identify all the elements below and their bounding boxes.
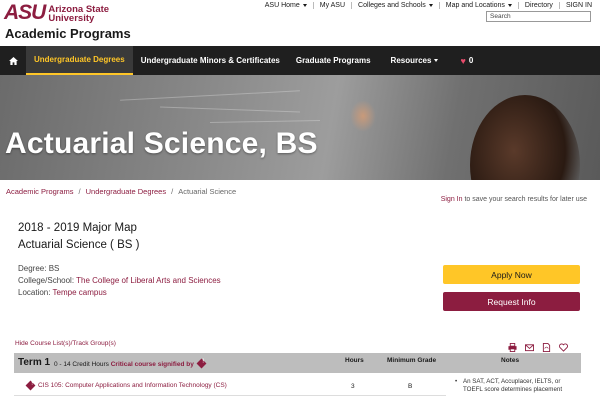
col-notes: Notes bbox=[501, 357, 520, 364]
chalk-line bbox=[120, 90, 300, 101]
breadcrumb-separator: / bbox=[171, 187, 174, 196]
util-map[interactable]: Map and Locations bbox=[440, 2, 519, 9]
utility-nav: ASU Home My ASU Colleges and Schools Map… bbox=[259, 2, 592, 9]
major-map-year: 2018 - 2019 Major Map bbox=[18, 222, 137, 234]
request-info-button[interactable]: Request Info bbox=[443, 292, 580, 311]
col-hours: Hours bbox=[345, 357, 364, 364]
course-note: An SAT, ACT, Accuplacer, IELTS, or TOEFL… bbox=[455, 378, 575, 393]
heart-outline-icon[interactable] bbox=[559, 339, 568, 352]
print-icon[interactable] bbox=[508, 339, 517, 352]
critical-course-icon bbox=[196, 358, 207, 369]
util-directory[interactable]: Directory bbox=[519, 2, 560, 9]
signin-link[interactable]: Sign In bbox=[441, 196, 463, 203]
course-link[interactable]: CIS 105: Computer Applications and Infor… bbox=[38, 382, 227, 389]
signin-prompt: Sign In to save your search results for … bbox=[440, 196, 587, 203]
chevron-down-icon bbox=[302, 4, 307, 7]
heart-icon: ♥ bbox=[460, 55, 466, 66]
critical-course-icon bbox=[25, 380, 36, 391]
term-header: Term 1 0 - 14 Credit Hours Critical cour… bbox=[14, 353, 581, 373]
nav-undergraduate-degrees[interactable]: Undergraduate Degrees bbox=[26, 46, 133, 75]
apply-now-button[interactable]: Apply Now bbox=[443, 265, 580, 284]
col-minimum-grade: Minimum Grade bbox=[387, 357, 437, 364]
chevron-down-icon bbox=[434, 59, 439, 62]
degree-line: Degree: BS bbox=[18, 264, 60, 273]
breadcrumb-academic-programs[interactable]: Academic Programs bbox=[6, 187, 74, 196]
hide-course-list-link[interactable]: Hide Course List(s)/Track Group(s) bbox=[15, 340, 116, 347]
chevron-down-icon bbox=[428, 4, 433, 7]
logo-mark: ASU bbox=[4, 1, 46, 24]
util-colleges[interactable]: Colleges and Schools bbox=[352, 2, 440, 9]
nav-graduate-programs[interactable]: Graduate Programs bbox=[288, 46, 379, 75]
logo-name: Arizona State University bbox=[48, 4, 110, 24]
search-input[interactable] bbox=[486, 11, 591, 22]
chalk-line bbox=[160, 106, 300, 113]
college-line: College/School: The College of Liberal A… bbox=[18, 276, 221, 285]
hero-hand bbox=[350, 100, 376, 132]
pdf-icon[interactable] bbox=[542, 339, 551, 352]
chalk-line bbox=[209, 120, 321, 123]
critical-course-legend: Critical course signified by bbox=[110, 361, 194, 368]
course-grade: B bbox=[408, 383, 413, 390]
breadcrumb-current: Actuarial Science bbox=[178, 187, 237, 196]
site-header: ASU Arizona State University Academic Pr… bbox=[0, 0, 600, 46]
util-sign-in[interactable]: SIGN IN bbox=[560, 2, 592, 9]
page-title: Actuarial Science, BS bbox=[5, 127, 318, 160]
email-icon[interactable] bbox=[525, 339, 534, 352]
breadcrumb: Academic Programs / Undergraduate Degree… bbox=[6, 187, 236, 196]
hero-person bbox=[470, 95, 580, 180]
nav-resources[interactable]: Resources bbox=[379, 46, 447, 75]
site-title[interactable]: Academic Programs bbox=[5, 26, 131, 41]
util-my-asu[interactable]: My ASU bbox=[314, 2, 353, 9]
nav-minors-certificates[interactable]: Undergraduate Minors & Certificates bbox=[133, 46, 288, 75]
major-name: Actuarial Science ( BS ) bbox=[18, 239, 140, 251]
course-hours: 3 bbox=[351, 383, 355, 390]
breadcrumb-undergraduate-degrees[interactable]: Undergraduate Degrees bbox=[86, 187, 166, 196]
page-tools bbox=[508, 339, 568, 352]
location-line: Location: Tempe campus bbox=[18, 288, 107, 297]
term-credits: 0 - 14 Credit Hours Critical course sign… bbox=[54, 358, 207, 369]
asu-logo[interactable]: ASU Arizona State University bbox=[4, 1, 110, 24]
table-row: CIS 105: Computer Applications and Infor… bbox=[14, 374, 446, 396]
chevron-down-icon bbox=[507, 4, 512, 7]
nav-favorites[interactable]: ♥ 0 bbox=[446, 46, 481, 75]
util-asu-home[interactable]: ASU Home bbox=[259, 2, 314, 9]
home-icon bbox=[8, 56, 18, 65]
college-link[interactable]: The College of Liberal Arts and Sciences bbox=[76, 276, 221, 285]
nav-home[interactable] bbox=[0, 46, 26, 75]
term-title: Term 1 bbox=[18, 357, 51, 368]
breadcrumb-separator: / bbox=[78, 187, 81, 196]
hero-banner: Actuarial Science, BS bbox=[0, 75, 600, 180]
location-link[interactable]: Tempe campus bbox=[53, 288, 107, 297]
main-nav: Undergraduate Degrees Undergraduate Mino… bbox=[0, 46, 600, 75]
